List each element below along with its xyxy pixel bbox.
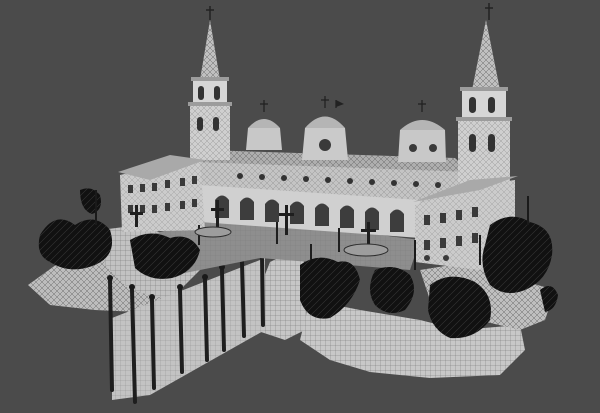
right-bell-tower xyxy=(456,3,512,185)
left-bell-tower xyxy=(188,6,232,160)
3d-viewport[interactable] xyxy=(0,0,600,413)
left-wing xyxy=(118,155,205,232)
cupolas xyxy=(246,96,446,162)
scene-render xyxy=(28,3,558,404)
